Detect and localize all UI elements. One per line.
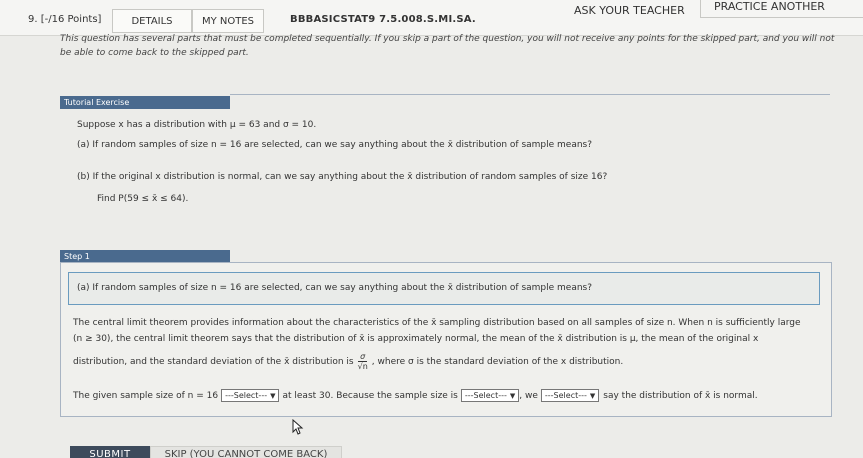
given-a: The given sample size of n = 16: [73, 390, 219, 401]
select-dropdown-3[interactable]: ---Select--- ▼: [540, 389, 600, 402]
practice-another-button[interactable]: PRACTICE ANOTHER: [714, 0, 825, 13]
clt-para-line1: The central limit theorem provides infor…: [73, 318, 801, 328]
ask-teacher-button[interactable]: ASK YOUR TEACHER: [574, 4, 685, 17]
question-number: 9. [-/16 Points]: [28, 14, 102, 25]
given-b: at least 30. Because the sample size is: [282, 390, 458, 401]
chevron-down-icon: ▼: [509, 391, 516, 400]
skip-button[interactable]: SKIP (YOU CANNOT COME BACK): [150, 446, 342, 458]
chevron-down-icon: ▼: [270, 391, 276, 400]
submit-button[interactable]: SUBMIT: [70, 446, 150, 458]
tutorial-part-b: (b) If the original x distribution is no…: [77, 172, 608, 182]
chevron-down-icon: ▼: [589, 391, 596, 400]
question-header: 9. [-/16 Points] DETAILS MY NOTES BBBASI…: [0, 0, 863, 36]
clt-para-line2: (n ≥ 30), the central limit theorem says…: [73, 334, 759, 344]
mouse-cursor-icon: [292, 418, 304, 438]
tutorial-part-a: (a) If random samples of size n = 16 are…: [77, 140, 593, 150]
clt-para-line3-a: distribution, and the standard deviation…: [73, 356, 354, 367]
sigma-over-root-n: σ √n: [356, 352, 370, 371]
given-d: say the distribution of x̄ is normal.: [603, 390, 758, 401]
clt-para-line3-b: , where σ is the standard deviation of t…: [371, 356, 624, 367]
instructions: This question has several parts that mus…: [60, 34, 835, 58]
step-subquestion: (a) If random samples of size n = 16 are…: [77, 283, 593, 293]
select-1-value: ---Select---: [225, 391, 268, 400]
frac-denominator: √n: [357, 362, 368, 371]
tutorial-header: Tutorial Exercise: [60, 96, 230, 109]
details-button[interactable]: DETAILS: [112, 9, 192, 33]
select-2-value: ---Select---: [464, 391, 507, 400]
frac-numerator: σ: [358, 352, 368, 362]
tutorial-intro: Suppose x has a distribution with μ = 63…: [77, 120, 317, 130]
course-code: BBBASICSTAT9 7.5.008.S.MI.SA.: [290, 14, 476, 25]
select-dropdown-1[interactable]: ---Select--- ▼: [221, 389, 280, 402]
select-3-value: ---Select---: [544, 391, 587, 400]
clt-para-line3: distribution, and the standard deviation…: [73, 352, 623, 371]
my-notes-button[interactable]: MY NOTES: [192, 9, 264, 33]
select-dropdown-2[interactable]: ---Select--- ▼: [460, 389, 520, 402]
given-sentence: The given sample size of n = 16 ---Selec…: [73, 389, 758, 402]
given-c: , we: [519, 390, 538, 401]
divider: [230, 94, 830, 95]
tutorial-find: Find P(59 ≤ x̄ ≤ 64).: [97, 194, 189, 204]
